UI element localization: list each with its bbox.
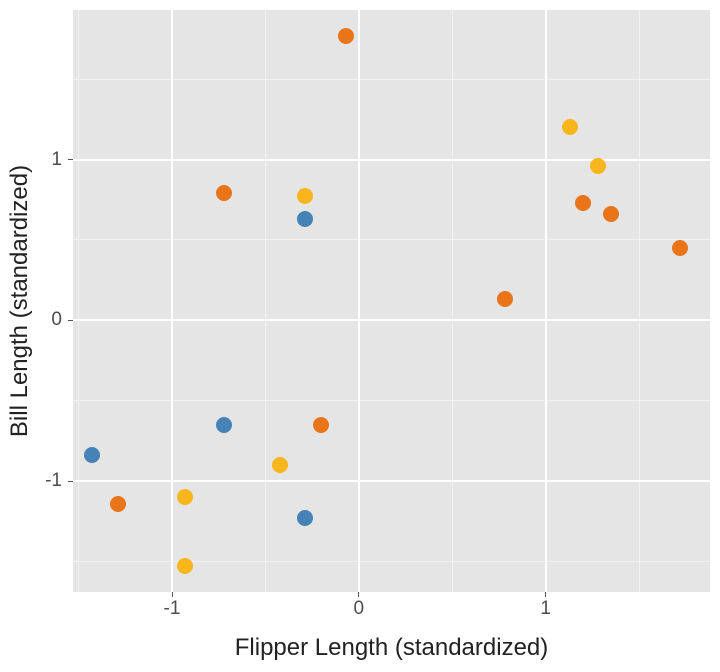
y-tick [68, 481, 73, 482]
y-tick [68, 159, 73, 160]
y-gridline [73, 561, 710, 562]
x-tick [172, 592, 173, 597]
data-point [216, 417, 232, 433]
data-point [177, 489, 193, 505]
scatter-chart: Flipper Length (standardized) Bill Lengt… [0, 0, 720, 672]
data-point [575, 195, 591, 211]
x-gridline [78, 10, 79, 592]
x-gridline [171, 10, 173, 592]
x-tick-label: -1 [164, 598, 181, 620]
y-tick-label: 0 [51, 309, 62, 331]
x-tick [545, 592, 546, 597]
x-gridline [639, 10, 640, 592]
x-gridline [358, 10, 360, 592]
x-tick [358, 592, 359, 597]
y-gridline [73, 79, 710, 80]
x-gridline [452, 10, 453, 592]
y-gridline [73, 159, 710, 161]
data-point [313, 417, 329, 433]
x-gridline [545, 10, 547, 592]
y-axis-title: Bill Length (standardized) [6, 165, 34, 437]
data-point [177, 558, 193, 574]
data-point [562, 119, 578, 135]
data-point [297, 211, 313, 227]
data-point [216, 185, 232, 201]
y-gridline [73, 319, 710, 321]
data-point [84, 447, 100, 463]
data-point [110, 496, 126, 512]
y-gridline [73, 239, 710, 240]
y-gridline [73, 400, 710, 401]
data-point [672, 240, 688, 256]
y-gridline [73, 480, 710, 482]
data-point [297, 188, 313, 204]
data-point [603, 206, 619, 222]
y-tick-label: 1 [51, 149, 62, 171]
y-tick-label: -1 [45, 470, 62, 492]
plot-panel [73, 10, 710, 592]
y-tick [68, 320, 73, 321]
data-point [272, 457, 288, 473]
x-tick-label: 1 [540, 598, 551, 620]
x-axis-title: Flipper Length (standardized) [235, 634, 549, 662]
data-point [497, 291, 513, 307]
data-point [590, 158, 606, 174]
x-tick-label: 0 [354, 598, 365, 620]
data-point [338, 28, 354, 44]
x-gridline [265, 10, 266, 592]
data-point [297, 510, 313, 526]
